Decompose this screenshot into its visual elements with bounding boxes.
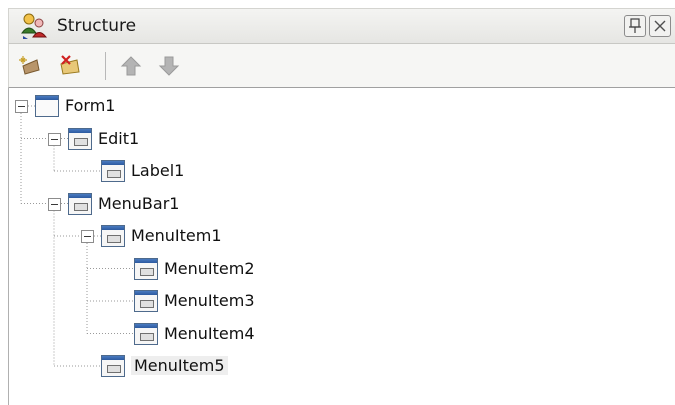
tree-node-label[interactable]: MenuItem4 [164,324,255,343]
component-icon [101,160,125,182]
component-icon [134,322,158,345]
structure-people-icon [21,13,48,39]
component-icon [68,192,92,215]
component-icon [68,127,92,150]
component-icon [101,355,125,377]
component-icon [134,257,158,280]
tree-node-label[interactable]: Label1 [131,161,184,180]
tree-node-label[interactable]: MenuItem3 [164,291,255,310]
component-tree: Form1 Edit1 Label1 MenuBar1 MenuItem1 MenuIte… [8,88,675,405]
collapse-toggle[interactable] [81,230,94,243]
structure-panel: Structure Form1 Edit1 Label1 MenuBar1 Me… [0,0,675,405]
arrow-down-icon[interactable] [155,52,183,80]
panel-titlebar: Structure [8,8,675,44]
arrow-up-icon[interactable] [117,52,145,80]
collapse-toggle[interactable] [15,100,28,113]
close-button[interactable] [649,15,671,37]
component-icon [134,290,158,312]
delete-node-icon[interactable] [55,52,83,80]
pin-icon [629,18,641,33]
collapse-toggle[interactable] [48,197,61,211]
tree-node-label[interactable]: MenuItem1 [131,226,222,245]
panel-title: Structure [57,16,137,36]
tree-node-label[interactable]: Form1 [65,96,115,115]
collapse-toggle[interactable] [48,132,61,146]
tree-node-label[interactable]: MenuBar1 [98,194,179,213]
tree-node-label[interactable]: MenuItem5 [131,356,228,375]
close-icon [654,20,666,32]
pin-button[interactable] [624,15,646,37]
component-icon [101,225,125,247]
form-icon [35,95,59,117]
tree-node-label[interactable]: Edit1 [98,129,139,148]
tree-node-label[interactable]: MenuItem2 [164,259,255,278]
toolbar-separator [105,52,106,80]
structure-toolbar [8,44,675,88]
new-node-icon[interactable] [17,52,45,80]
